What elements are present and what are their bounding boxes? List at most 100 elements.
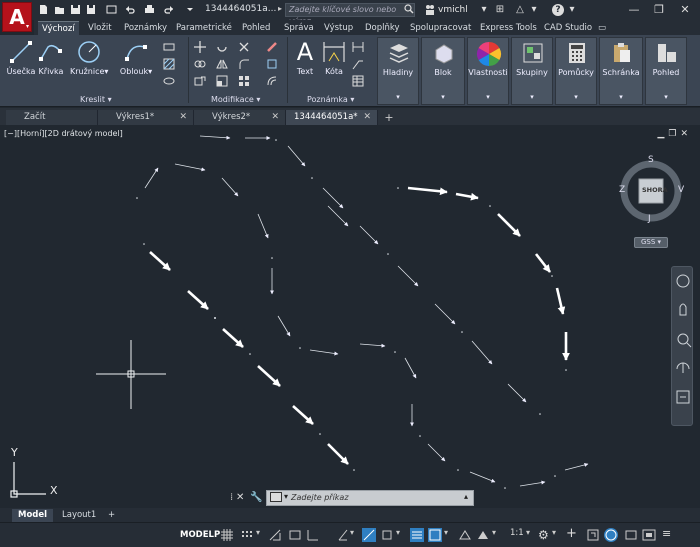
annotation-group-label[interactable]: Poznámka ▾ [307,95,354,104]
object-snap-tracking-icon[interactable] [380,528,394,542]
block-panel-button[interactable]: Blok ▾ [421,37,465,105]
tab-view[interactable]: Pohled [238,21,274,35]
tab-drawing2[interactable]: Výkres2* ✕ [194,110,286,125]
snap-icon[interactable] [240,528,254,542]
command-recent-dropdown-icon[interactable]: ▾ [284,492,288,501]
tab-manage[interactable]: Správa [280,21,318,35]
modify-group-label[interactable]: Modifikace ▾ [211,95,260,104]
circle-button[interactable]: Kružnice▾ [70,39,108,76]
tab-home[interactable]: Výchozí [38,21,79,35]
stretch-icon[interactable] [194,75,206,87]
close-tab-icon[interactable]: ✕ [271,110,279,125]
tab-current-drawing[interactable]: 1344464051a* ✕ [286,110,378,125]
redo-icon[interactable] [164,4,175,15]
close-icon[interactable]: ✕ [236,492,244,503]
new-tab-button[interactable]: + [382,111,396,124]
customization-menu-icon[interactable]: ≡ [662,528,676,542]
annotation-visibility-icon[interactable] [458,528,472,542]
isometric-drafting-icon[interactable] [362,528,376,542]
tab-parametric[interactable]: Parametrické [172,21,236,35]
rectangle-icon[interactable] [163,41,175,53]
help-icon[interactable]: ? [552,4,564,16]
transparency-dropdown-icon[interactable]: ▾ [444,528,458,542]
tab-express-tools[interactable]: Express Tools [476,21,541,35]
tab-cad-studio[interactable]: CAD Studio [540,21,596,35]
hardware-acceleration-icon[interactable] [624,528,638,542]
search-icon[interactable] [404,4,414,14]
open-file-icon[interactable] [54,4,65,15]
isolate-objects-icon[interactable] [604,528,618,542]
dynamic-input-icon[interactable] [288,528,302,542]
tab-model[interactable]: Model [12,509,54,522]
command-history-icon[interactable]: ▴ [464,492,468,501]
utilities-panel-button[interactable]: Pomůcky ▾ [555,37,597,105]
osnap-dropdown-icon[interactable]: ▾ [396,528,410,542]
command-input[interactable]: Zadejte příkaz [266,490,474,506]
search-input[interactable]: Zadejte klíčové slovo nebo výraz. [285,3,415,26]
text-button[interactable]: A Text [292,39,318,76]
dimension-button[interactable]: Kóta [320,39,348,76]
a360-dropdown-icon[interactable]: ▾ [528,4,540,16]
ellipse-icon[interactable] [163,75,175,87]
viewcube-south[interactable]: J [648,214,651,224]
model-space-button[interactable]: MODELP [178,527,222,543]
restore-icon[interactable]: ❐ [651,2,667,18]
customize-wrench-icon[interactable]: 🔧 [250,492,262,503]
offset-icon[interactable] [266,75,278,87]
viewcube[interactable]: SHORA S J V Z [619,154,687,226]
user-name[interactable]: vmichl [438,5,468,15]
annotation-monitor-icon[interactable]: + [566,527,580,542]
save-icon[interactable] [70,4,81,15]
copy-icon[interactable] [194,58,206,70]
groups-panel-button[interactable]: Skupiny ▾ [511,37,553,105]
transparency-icon[interactable] [428,528,442,542]
viewport-controls-label[interactable]: [−][Horní][2D drátový model] [4,129,123,138]
erase-icon[interactable] [266,41,278,53]
lineweight-icon[interactable] [410,528,424,542]
explode-icon[interactable] [266,58,278,70]
print-icon[interactable] [144,4,155,15]
auto-scale-dropdown-icon[interactable]: ▾ [492,528,506,542]
cart-icon[interactable]: ⊞ [494,4,506,16]
ribbon-minimize-icon[interactable]: ▭ [594,21,610,35]
workspace-dropdown-icon[interactable]: ▾ [552,528,566,542]
leader-icon[interactable] [352,58,364,70]
close-tab-icon[interactable]: ✕ [179,110,187,125]
user-icon[interactable] [424,4,436,16]
user-dropdown-icon[interactable]: ▾ [478,4,490,16]
polyline-button[interactable]: Křivka [37,39,65,76]
viewcube-west[interactable]: Z [619,185,625,195]
viewcube-east[interactable]: V [678,185,684,195]
table-icon[interactable] [352,75,364,87]
undo-icon[interactable] [124,4,135,15]
minimize-icon[interactable]: — [626,2,642,18]
polar-tracking-icon[interactable] [336,528,350,542]
workspace-gear-icon[interactable]: ⚙ [538,528,552,542]
tab-drawing1[interactable]: Výkres1* ✕ [98,110,194,125]
viewcube-top-face[interactable]: SHORA [642,186,668,194]
web-mobile-icon[interactable] [106,4,117,15]
tab-collaborate[interactable]: Spolupracovat [406,21,475,35]
properties-panel-button[interactable]: Vlastnosti ▾ [467,37,509,105]
tab-layout1[interactable]: Layout1 [56,509,102,522]
linear-dimension-icon[interactable] [352,41,364,53]
help-dropdown-icon[interactable]: ▾ [566,4,578,16]
trim-icon[interactable] [238,41,250,53]
application-menu-button[interactable]: A ▾ [2,2,32,32]
ucs-dropdown[interactable]: GSS ▾ [634,237,668,248]
rotate-icon[interactable] [216,41,228,53]
arc-button[interactable]: Oblouk▾ [118,39,154,76]
new-file-icon[interactable] [38,4,49,15]
hatch-icon[interactable] [163,58,175,70]
arc-dropdown-icon[interactable]: ▾ [148,67,152,76]
a360-icon[interactable]: △ [514,4,526,16]
auto-scale-icon[interactable] [476,528,490,542]
mirror-icon[interactable] [216,58,228,70]
clean-screen-icon[interactable] [642,528,656,542]
close-tab-icon[interactable]: ✕ [363,110,371,125]
scale-icon[interactable] [216,75,228,87]
tab-output[interactable]: Výstup [320,21,357,35]
close-icon[interactable]: ✕ [677,2,693,18]
drawing-viewport[interactable]: X Y [−][Horní][2D drátový model] ▁❐✕ SHO… [0,126,700,508]
units-icon[interactable] [586,528,600,542]
